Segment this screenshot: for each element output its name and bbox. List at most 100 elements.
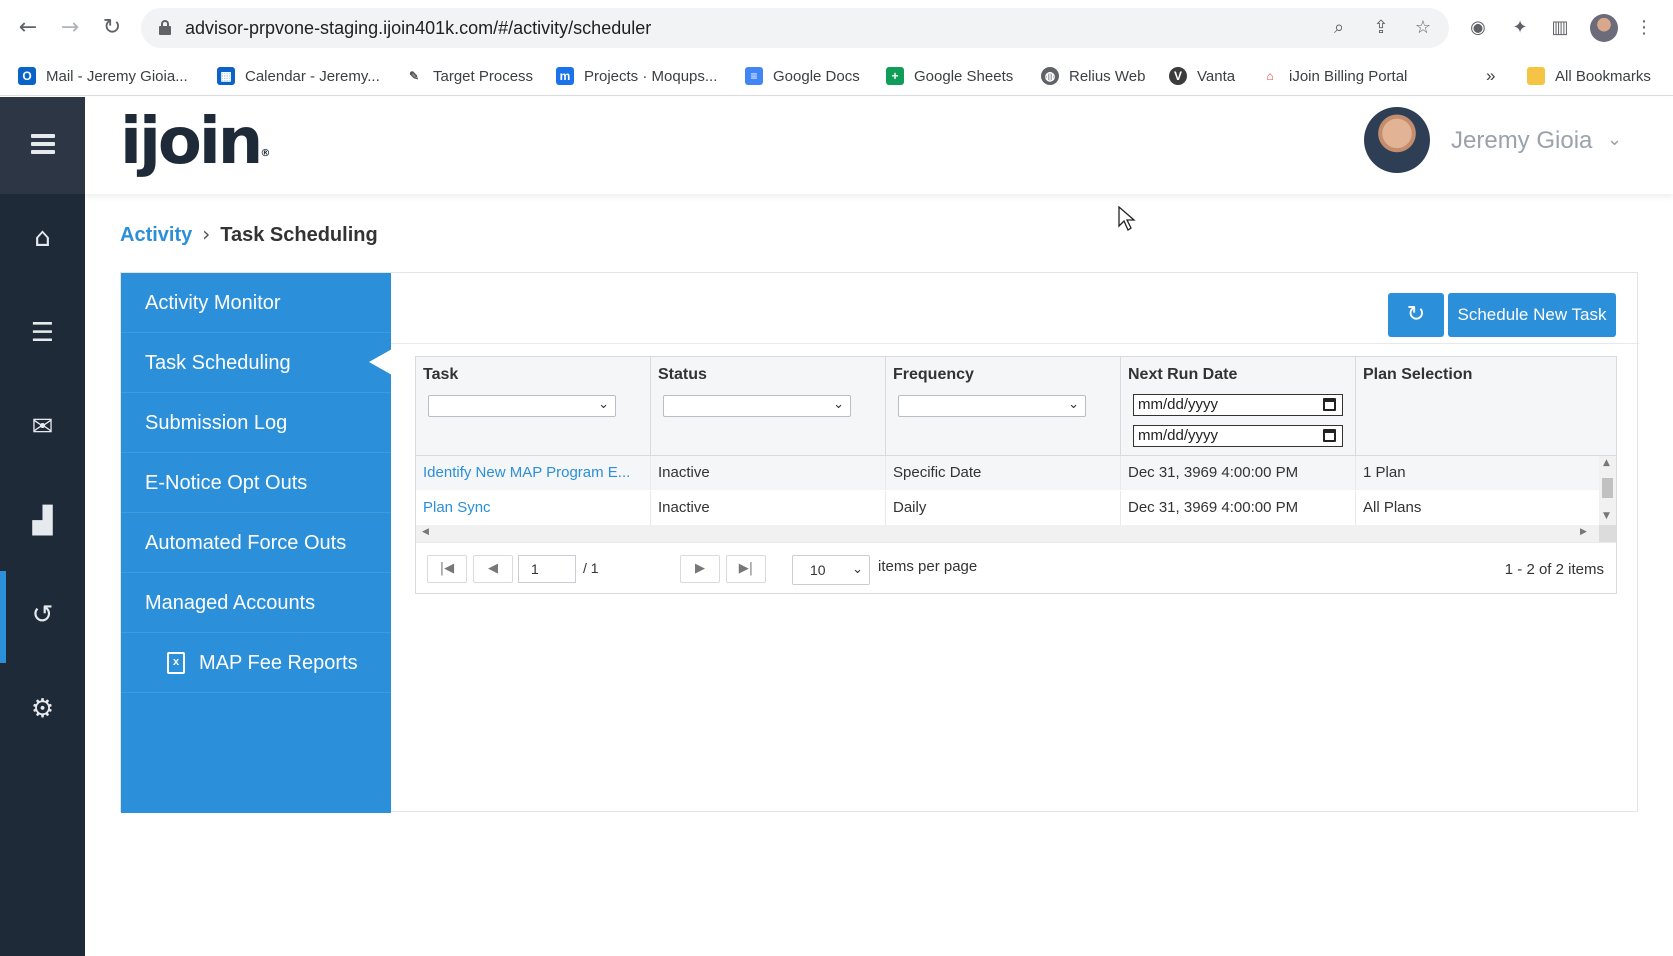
plan-selection-cell: All Plans (1363, 499, 1422, 516)
calendar-icon: ▦ (217, 67, 235, 85)
status-filter-select[interactable]: ⌄ (663, 395, 851, 417)
task-name-link[interactable]: Plan Sync (416, 491, 651, 525)
scroll-left-icon[interactable]: ◀ (422, 527, 429, 537)
breadcrumb-activity-link[interactable]: Activity (120, 224, 192, 246)
zoom-icon[interactable]: ⌕ (1327, 16, 1351, 40)
browser-menu-icon[interactable]: ⋮ (1632, 16, 1656, 40)
column-status: Status ⌄ (651, 357, 886, 456)
menu-item-automated-force-outs[interactable]: Automated Force Outs (121, 513, 391, 573)
bookmark-google-sheets[interactable]: + Google Sheets (886, 65, 1013, 87)
all-bookmarks-button[interactable]: All Bookmarks (1527, 65, 1651, 87)
scroll-up-icon[interactable]: ▲ (1603, 458, 1610, 468)
extensions-icon[interactable]: ✦ (1508, 16, 1532, 40)
side-panel-icon[interactable]: ▥ (1548, 16, 1572, 40)
share-icon[interactable]: ⇪ (1369, 16, 1393, 40)
schedule-new-task-button[interactable]: Schedule New Task (1448, 293, 1616, 337)
calendar-icon[interactable] (1323, 398, 1336, 411)
table-row[interactable]: Identify New MAP Program E... Inactive S… (416, 456, 1599, 490)
star-icon[interactable]: ☆ (1411, 16, 1435, 40)
user-name[interactable]: Jeremy Gioia (1451, 127, 1592, 155)
home-icon[interactable]: ⌂ (0, 218, 85, 258)
menu-item-map-fee-reports[interactable]: x MAP Fee Reports (121, 633, 391, 693)
url-text[interactable]: advisor-prpvone-staging.ijoin401k.com/#/… (185, 18, 651, 39)
gear-icon[interactable]: ⚙ (0, 689, 85, 729)
task-filter-select[interactable]: ⌄ (428, 395, 616, 417)
chevron-down-icon: ⌄ (1068, 397, 1079, 412)
app-header: ijoin® Jeremy Gioia ⌄ (85, 97, 1673, 194)
column-header-task[interactable]: Task (423, 366, 458, 384)
moqups-icon: m (556, 67, 574, 85)
frequency-filter-select[interactable]: ⌄ (898, 395, 1086, 417)
next-run-date-from-input[interactable]: mm/dd/yyyy (1133, 394, 1343, 416)
menu-item-submission-log[interactable]: Submission Log (121, 393, 391, 453)
vanta-icon: V (1169, 67, 1187, 85)
items-per-page-select[interactable]: 10 ⌄ (792, 555, 870, 585)
scroll-right-icon[interactable]: ▶ (1580, 527, 1587, 537)
list-icon[interactable]: ☰ (0, 313, 85, 353)
menu-item-task-scheduling[interactable]: Task Scheduling (121, 333, 391, 393)
chevron-down-icon[interactable]: ⌄ (1607, 129, 1622, 150)
column-header-plan-selection[interactable]: Plan Selection (1363, 366, 1472, 384)
bookmark-google-docs[interactable]: ≡ Google Docs (745, 65, 860, 87)
frequency-cell: Daily (886, 491, 1121, 525)
bookmark-calendar[interactable]: ▦ Calendar - Jeremy... (217, 65, 380, 87)
address-bar[interactable]: advisor-prpvone-staging.ijoin401k.com/#/… (141, 8, 1449, 48)
column-header-next-run-date[interactable]: Next Run Date (1128, 366, 1237, 384)
forward-icon[interactable]: → (56, 14, 84, 42)
menu-item-managed-accounts[interactable]: Managed Accounts (121, 573, 391, 633)
first-page-icon[interactable]: |◀ (427, 555, 467, 583)
breadcrumb-separator: › (202, 222, 211, 246)
prev-page-icon[interactable]: ◀ (473, 555, 513, 583)
google-sheets-icon: + (886, 67, 904, 85)
bookmark-vanta[interactable]: V Vanta (1169, 65, 1235, 87)
bookmark-target-process[interactable]: ✎ Target Process (405, 65, 533, 87)
next-run-date-to-input[interactable]: mm/dd/yyyy (1133, 425, 1343, 447)
status-cell: Inactive (651, 491, 886, 525)
browser-profile-avatar[interactable] (1590, 14, 1618, 42)
next-run-date-cell: Dec 31, 3969 4:00:00 PM (1121, 456, 1356, 490)
scroll-down-icon[interactable]: ▼ (1603, 511, 1610, 521)
page-total: / 1 (583, 560, 599, 576)
next-run-date-cell: Dec 31, 3969 4:00:00 PM (1121, 491, 1356, 525)
column-header-frequency[interactable]: Frequency (893, 366, 974, 384)
refresh-button[interactable]: ↻ (1388, 293, 1444, 337)
next-page-icon[interactable]: ▶ (680, 555, 720, 583)
horizontal-scrollbar[interactable]: ◀ ▶ (416, 525, 1599, 542)
plan-selection-cell: 1 Plan (1363, 464, 1406, 481)
scroll-thumb[interactable] (1602, 478, 1613, 498)
mail-icon[interactable]: ✉ (0, 407, 85, 447)
calendar-icon[interactable] (1323, 429, 1336, 442)
page-number-input[interactable]: 1 (518, 555, 576, 583)
billing-portal-icon: ⌂ (1261, 67, 1279, 85)
menu-toggle-button[interactable] (0, 97, 85, 194)
chevron-down-icon: ⌄ (852, 562, 863, 577)
bar-chart-icon[interactable]: ▟ (0, 501, 85, 541)
reload-icon[interactable]: ↻ (98, 14, 126, 42)
vertical-scrollbar[interactable]: ▲ ▼ (1599, 456, 1616, 525)
menu-item-e-notice-opt-outs[interactable]: E-Notice Opt Outs (121, 453, 391, 513)
bookmark-billing-portal[interactable]: ⌂ iJoin Billing Portal (1261, 65, 1407, 87)
bookmark-mail[interactable]: O Mail - Jeremy Gioia... (18, 65, 188, 87)
chevron-down-icon: ⌄ (598, 397, 609, 412)
avatar[interactable] (1364, 107, 1430, 173)
last-page-icon[interactable]: ▶| (726, 555, 766, 583)
activity-side-menu: Activity Monitor Task Scheduling Submiss… (121, 273, 391, 813)
menu-item-activity-monitor[interactable]: Activity Monitor (121, 273, 391, 333)
bookmark-moqups[interactable]: m Projects · Moqups... (556, 65, 717, 87)
task-name-link[interactable]: Identify New MAP Program E... (416, 456, 651, 490)
bookmark-relius-web[interactable]: ◍ Relius Web (1041, 65, 1145, 87)
active-menu-pointer (369, 349, 392, 375)
column-header-status[interactable]: Status (658, 366, 707, 384)
back-icon[interactable]: ← (14, 14, 42, 42)
ijoin-logo[interactable]: ijoin® (120, 107, 270, 177)
lock-icon (159, 20, 171, 35)
column-frequency: Frequency ⌄ (886, 357, 1121, 456)
targetprocess-icon: ✎ (405, 67, 423, 85)
main-panel: Activity Monitor Task Scheduling Submiss… (120, 272, 1639, 813)
table-row[interactable]: Plan Sync Inactive Daily Dec 31, 3969 4:… (416, 491, 1599, 525)
password-manager-icon[interactable]: ◉ (1466, 16, 1490, 40)
bookmarks-overflow-button[interactable]: » (1486, 65, 1495, 87)
scrollbar-corner (1599, 525, 1616, 542)
history-icon[interactable]: ↺ (0, 595, 85, 635)
frequency-cell: Specific Date (886, 456, 1121, 490)
